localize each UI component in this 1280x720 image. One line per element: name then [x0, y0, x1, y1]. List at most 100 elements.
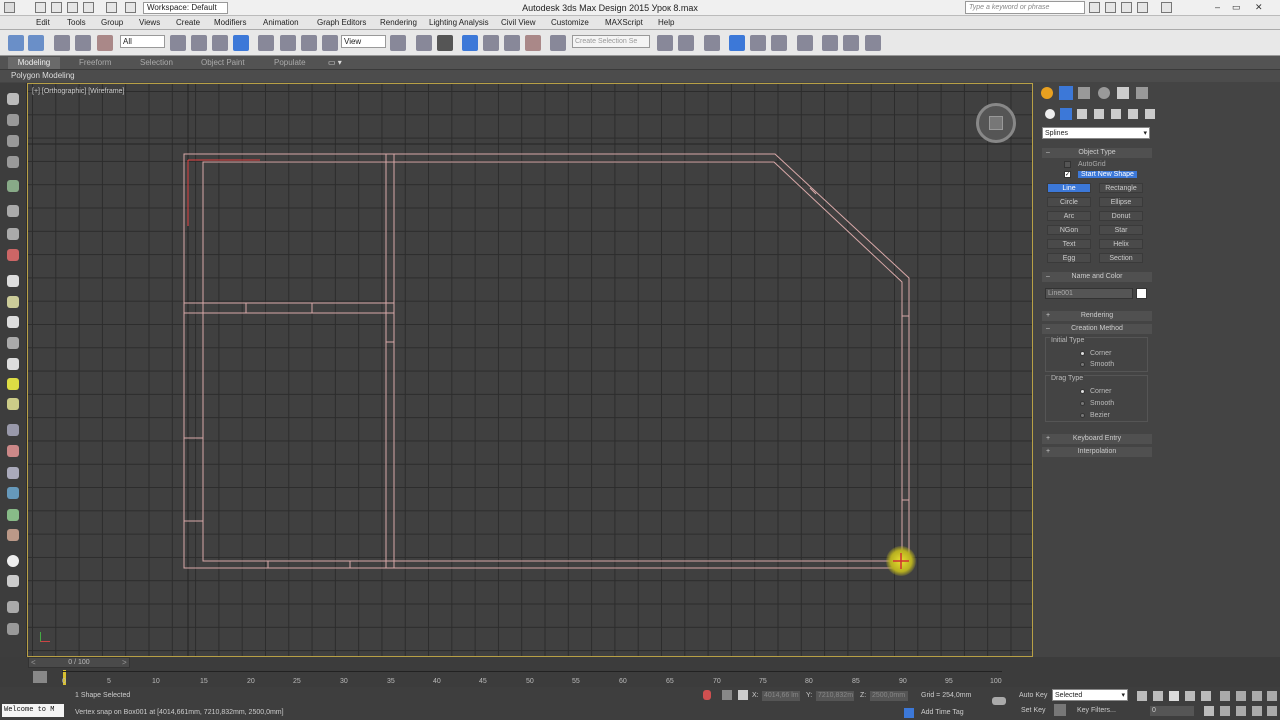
rendered-frame-icon[interactable] [843, 35, 859, 51]
donut-button[interactable]: Donut [1099, 211, 1143, 221]
menu-edit[interactable]: Edit [36, 18, 50, 27]
menu-animation[interactable]: Animation [263, 18, 299, 27]
timeline-ruler[interactable]: 0 5 10 15 20 25 30 35 40 45 50 55 60 65 … [62, 671, 1002, 685]
menu-views[interactable]: Views [139, 18, 160, 27]
rectangular-selection-icon[interactable] [212, 35, 228, 51]
autogrid-checkbox[interactable] [1064, 161, 1071, 168]
pivot-center-icon[interactable] [390, 35, 406, 51]
object-color-swatch[interactable] [1136, 288, 1147, 299]
workspace-dropdown[interactable]: Workspace: Default [143, 2, 228, 14]
category-dropdown[interactable]: Splines ▾ [1042, 127, 1150, 139]
box-icon[interactable] [7, 114, 19, 126]
light-icon[interactable] [7, 180, 19, 192]
object-name-input[interactable]: Line001 [1045, 288, 1133, 299]
viewport[interactable]: [+] [Orthographic] [Wireframe] [27, 83, 1033, 657]
dome-icon[interactable] [7, 296, 19, 308]
menu-create[interactable]: Create [176, 18, 200, 27]
next-frame-icon[interactable] [1185, 691, 1195, 701]
close-icon[interactable]: ✕ [1255, 2, 1266, 13]
select-manipulate-icon[interactable] [416, 35, 432, 51]
menu-graph-editors[interactable]: Graph Editors [317, 18, 366, 27]
layers-icon[interactable] [7, 601, 19, 613]
zoom-extents-icon[interactable] [1252, 691, 1262, 701]
modifier-icon[interactable] [7, 156, 19, 168]
menu-tools[interactable]: Tools [67, 18, 86, 27]
new-file-icon[interactable] [35, 2, 46, 13]
scene-explorer-icon[interactable] [704, 35, 720, 51]
line-button[interactable]: Line [1047, 183, 1091, 193]
space-warps-icon[interactable] [1128, 109, 1138, 119]
named-selection-dropdown[interactable]: Create Selection Se [572, 35, 650, 48]
render-production-icon[interactable] [865, 35, 881, 51]
go-to-start-icon[interactable] [1137, 691, 1147, 701]
next-frame-arrow-icon[interactable]: > [122, 658, 127, 667]
shapes-icon[interactable] [1060, 108, 1072, 120]
initial-smooth-radio[interactable] [1080, 362, 1085, 367]
rotate-icon[interactable] [280, 35, 296, 51]
help-icon[interactable] [1161, 2, 1172, 13]
torus-icon[interactable] [7, 398, 19, 410]
tab-object-paint[interactable]: Object Paint [201, 58, 245, 67]
helix-button[interactable]: Helix [1099, 239, 1143, 249]
menu-help[interactable]: Help [658, 18, 674, 27]
spring-icon[interactable] [7, 337, 19, 349]
undo-icon[interactable] [8, 35, 24, 51]
place-icon[interactable] [322, 35, 338, 51]
field-of-view-icon[interactable] [1220, 706, 1230, 716]
lock-selection-icon[interactable] [703, 690, 711, 700]
prev-frame-arrow-icon[interactable]: < [31, 658, 36, 667]
absolute-mode-icon[interactable] [738, 690, 748, 700]
rectangle-button[interactable]: Rectangle [1099, 183, 1143, 193]
app-menu-icon[interactable] [4, 2, 15, 13]
prev-frame-icon[interactable] [1153, 691, 1163, 701]
time-slider[interactable]: 0 / 100 < > [28, 657, 130, 668]
menu-rendering[interactable]: Rendering [380, 18, 417, 27]
ribbon-options-icon[interactable]: ▭ ▾ [328, 58, 342, 67]
tab-selection[interactable]: Selection [140, 58, 173, 67]
menu-group[interactable]: Group [101, 18, 123, 27]
sphere-white-icon[interactable] [7, 555, 19, 567]
undo-icon[interactable] [83, 2, 94, 13]
set-key-button[interactable]: Set Key [1021, 707, 1046, 714]
edit-named-selection-icon[interactable] [550, 35, 566, 51]
percent-snap-icon[interactable] [504, 35, 520, 51]
key-icon[interactable] [992, 697, 1006, 705]
schematic-view-icon[interactable] [771, 35, 787, 51]
keyboard-shortcut-toggle-icon[interactable] [437, 35, 453, 51]
lights-icon[interactable] [1077, 109, 1087, 119]
start-new-shape-checkbox[interactable]: ✓ [1064, 171, 1071, 178]
z-coordinate-field[interactable]: 2500,0mm [870, 691, 908, 701]
menu-customize[interactable]: Customize [551, 18, 589, 27]
maximize-viewport-icon[interactable] [1267, 706, 1277, 716]
x-coordinate-field[interactable]: 4014,66 lm [762, 691, 800, 701]
select-by-name-icon[interactable] [191, 35, 207, 51]
maximize-icon[interactable]: ▭ [1232, 2, 1243, 13]
tab-freeform[interactable]: Freeform [79, 58, 111, 67]
align-icon[interactable] [678, 35, 694, 51]
minimize-icon[interactable]: – [1215, 2, 1226, 13]
time-config-icon[interactable] [1204, 706, 1214, 716]
pan-icon[interactable] [1236, 706, 1246, 716]
ellipse-button[interactable]: Ellipse [1099, 197, 1143, 207]
snaps-toggle-icon[interactable] [462, 35, 478, 51]
link-icon[interactable] [7, 228, 19, 240]
section-button[interactable]: Section [1099, 253, 1143, 263]
interpolation-rollout[interactable]: + Interpolation [1042, 447, 1152, 457]
paint-icon[interactable] [7, 249, 19, 261]
drag-corner-radio[interactable] [1080, 389, 1085, 394]
spinner-snap-icon[interactable] [525, 35, 541, 51]
motion-tab-icon[interactable] [1098, 87, 1110, 99]
mini-curve-editor-icon[interactable] [33, 671, 47, 683]
scale-icon[interactable] [301, 35, 317, 51]
cone-icon[interactable] [7, 358, 19, 370]
zoom-extents-all-icon[interactable] [1267, 691, 1277, 701]
circle-button[interactable]: Circle [1047, 197, 1091, 207]
open-file-icon[interactable] [51, 2, 62, 13]
menu-maxscript[interactable]: MAXScript [605, 18, 643, 27]
save-file-icon[interactable] [67, 2, 78, 13]
select-and-link-icon[interactable] [54, 35, 70, 51]
helper-icon[interactable] [7, 424, 19, 436]
time-tag-icon[interactable] [904, 708, 914, 718]
go-to-end-icon[interactable] [1201, 691, 1211, 701]
globe-icon[interactable] [7, 487, 19, 499]
